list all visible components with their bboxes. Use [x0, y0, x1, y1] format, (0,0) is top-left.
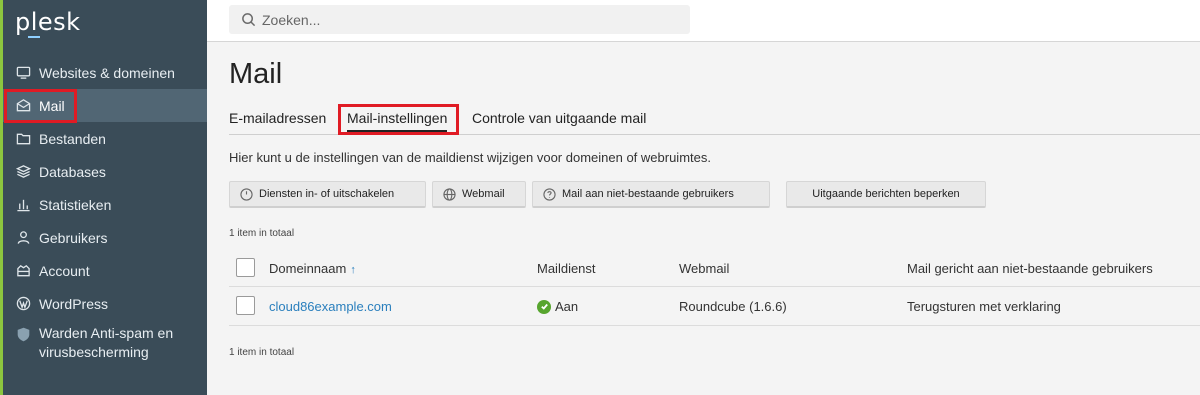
- select-all-checkbox[interactable]: [236, 258, 255, 277]
- shield-icon: [15, 326, 31, 342]
- domain-link[interactable]: cloud86example.com: [269, 299, 392, 314]
- item-count-bottom: 1 item in totaal: [229, 347, 295, 358]
- nonexistent-users-value: Terugsturen met verklaring: [907, 299, 1061, 314]
- bar-chart-icon: [15, 197, 31, 213]
- button-label: Mail aan niet-bestaande gebruikers: [562, 188, 734, 200]
- tab-highlight-box: [338, 104, 459, 135]
- column-header-webmail: Webmail: [679, 261, 730, 276]
- folder-icon: [15, 131, 31, 147]
- column-header-domain[interactable]: Domeinnaam ↑: [269, 261, 356, 276]
- sidebar-item-account[interactable]: Account: [3, 254, 207, 287]
- sidebar-item-label: Databases: [39, 163, 106, 180]
- search-input[interactable]: Zoeken...: [229, 5, 690, 34]
- page-description: Hier kunt u de instellingen van de maild…: [229, 150, 711, 165]
- sidebar-item-files[interactable]: Bestanden: [3, 122, 207, 155]
- column-header-label: Domeinnaam: [269, 261, 347, 276]
- button-label: Diensten in- of uitschakelen: [259, 188, 395, 200]
- logo-accent: [28, 36, 40, 38]
- sort-ascending-icon: ↑: [350, 264, 356, 276]
- sidebar-item-warden[interactable]: Warden Anti-spam en virusbescherming: [3, 320, 207, 364]
- sidebar-item-label: WordPress: [39, 295, 108, 312]
- mail-highlight-box: [4, 89, 77, 123]
- sidebar-item-wordpress[interactable]: WordPress: [3, 287, 207, 320]
- sidebar-item-statistics[interactable]: Statistieken: [3, 188, 207, 221]
- tab-outgoing-mail-control[interactable]: Controle van uitgaande mail: [472, 110, 646, 126]
- limit-outgoing-button[interactable]: Uitgaande berichten beperken: [786, 181, 986, 208]
- toggle-services-button[interactable]: Diensten in- of uitschakelen: [229, 181, 426, 208]
- tab-email-addresses[interactable]: E-mailadressen: [229, 110, 326, 126]
- top-bar: Zoeken...: [207, 0, 1200, 42]
- sidebar-item-label: Bestanden: [39, 130, 106, 147]
- table-divider: [229, 286, 1200, 287]
- globe-icon: [443, 187, 456, 201]
- mail-service-status: Aan: [537, 299, 578, 314]
- sidebar: plesk Websites & domeinen Mail Bestanden…: [0, 0, 207, 395]
- search-icon: [242, 13, 256, 27]
- account-icon: [15, 263, 31, 279]
- monitor-icon: [15, 65, 31, 81]
- question-icon: [543, 187, 556, 201]
- webmail-button[interactable]: Webmail: [432, 181, 526, 208]
- sidebar-item-users[interactable]: Gebruikers: [3, 221, 207, 254]
- table-divider: [229, 325, 1200, 326]
- check-circle-icon: [537, 299, 551, 314]
- search-placeholder: Zoeken...: [262, 11, 321, 28]
- sidebar-item-label: Websites & domeinen: [39, 64, 175, 81]
- wordpress-icon: [15, 296, 31, 312]
- sidebar-item-databases[interactable]: Databases: [3, 155, 207, 188]
- column-header-nonexistent-users: Mail gericht aan niet-bestaande gebruike…: [907, 261, 1153, 276]
- mail-nonexistent-users-button[interactable]: Mail aan niet-bestaande gebruikers: [532, 181, 770, 208]
- status-label: Aan: [555, 299, 579, 314]
- power-icon: [240, 187, 253, 201]
- button-label: Webmail: [462, 188, 505, 200]
- button-label: Uitgaande berichten beperken: [812, 188, 960, 200]
- page-title: Mail: [229, 58, 283, 90]
- column-header-mail-service: Maildienst: [537, 261, 596, 276]
- sidebar-item-label: Warden Anti-spam en virusbescherming: [39, 325, 174, 360]
- layers-icon: [15, 164, 31, 180]
- sidebar-item-label: Account: [39, 262, 90, 279]
- sidebar-item-label: Statistieken: [39, 196, 112, 213]
- sidebar-item-label: Gebruikers: [39, 229, 108, 246]
- sidebar-item-websites-domains[interactable]: Websites & domeinen: [3, 56, 207, 89]
- user-icon: [15, 230, 31, 246]
- webmail-value: Roundcube (1.6.6): [679, 299, 787, 314]
- plesk-logo[interactable]: plesk: [15, 8, 81, 36]
- row-checkbox[interactable]: [236, 296, 255, 315]
- item-count-top: 1 item in totaal: [229, 228, 295, 239]
